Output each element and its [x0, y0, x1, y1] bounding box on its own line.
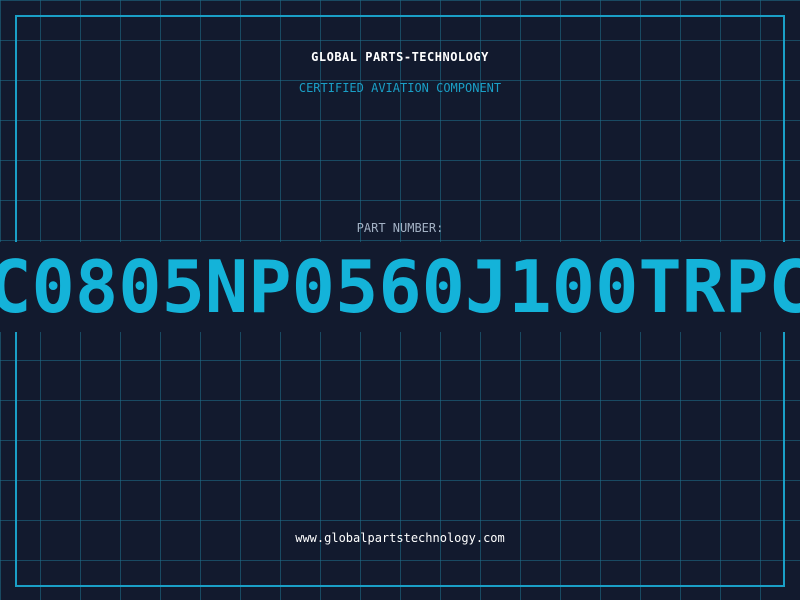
website-url[interactable]: www.globalpartstechnology.com — [0, 531, 800, 545]
certification-subtitle: CERTIFIED AVIATION COMPONENT — [298, 81, 502, 95]
part-card: GLOBAL PARTS-TECHNOLOGY CERTIFIED AVIATI… — [0, 0, 800, 600]
part-number-value: C0805NP0560J100TRPC — [0, 245, 800, 329]
company-name: GLOBAL PARTS-TECHNOLOGY — [311, 50, 489, 64]
part-number-band: C0805NP0560J100TRPC — [0, 242, 800, 332]
part-number-label: PART NUMBER: — [356, 221, 444, 235]
